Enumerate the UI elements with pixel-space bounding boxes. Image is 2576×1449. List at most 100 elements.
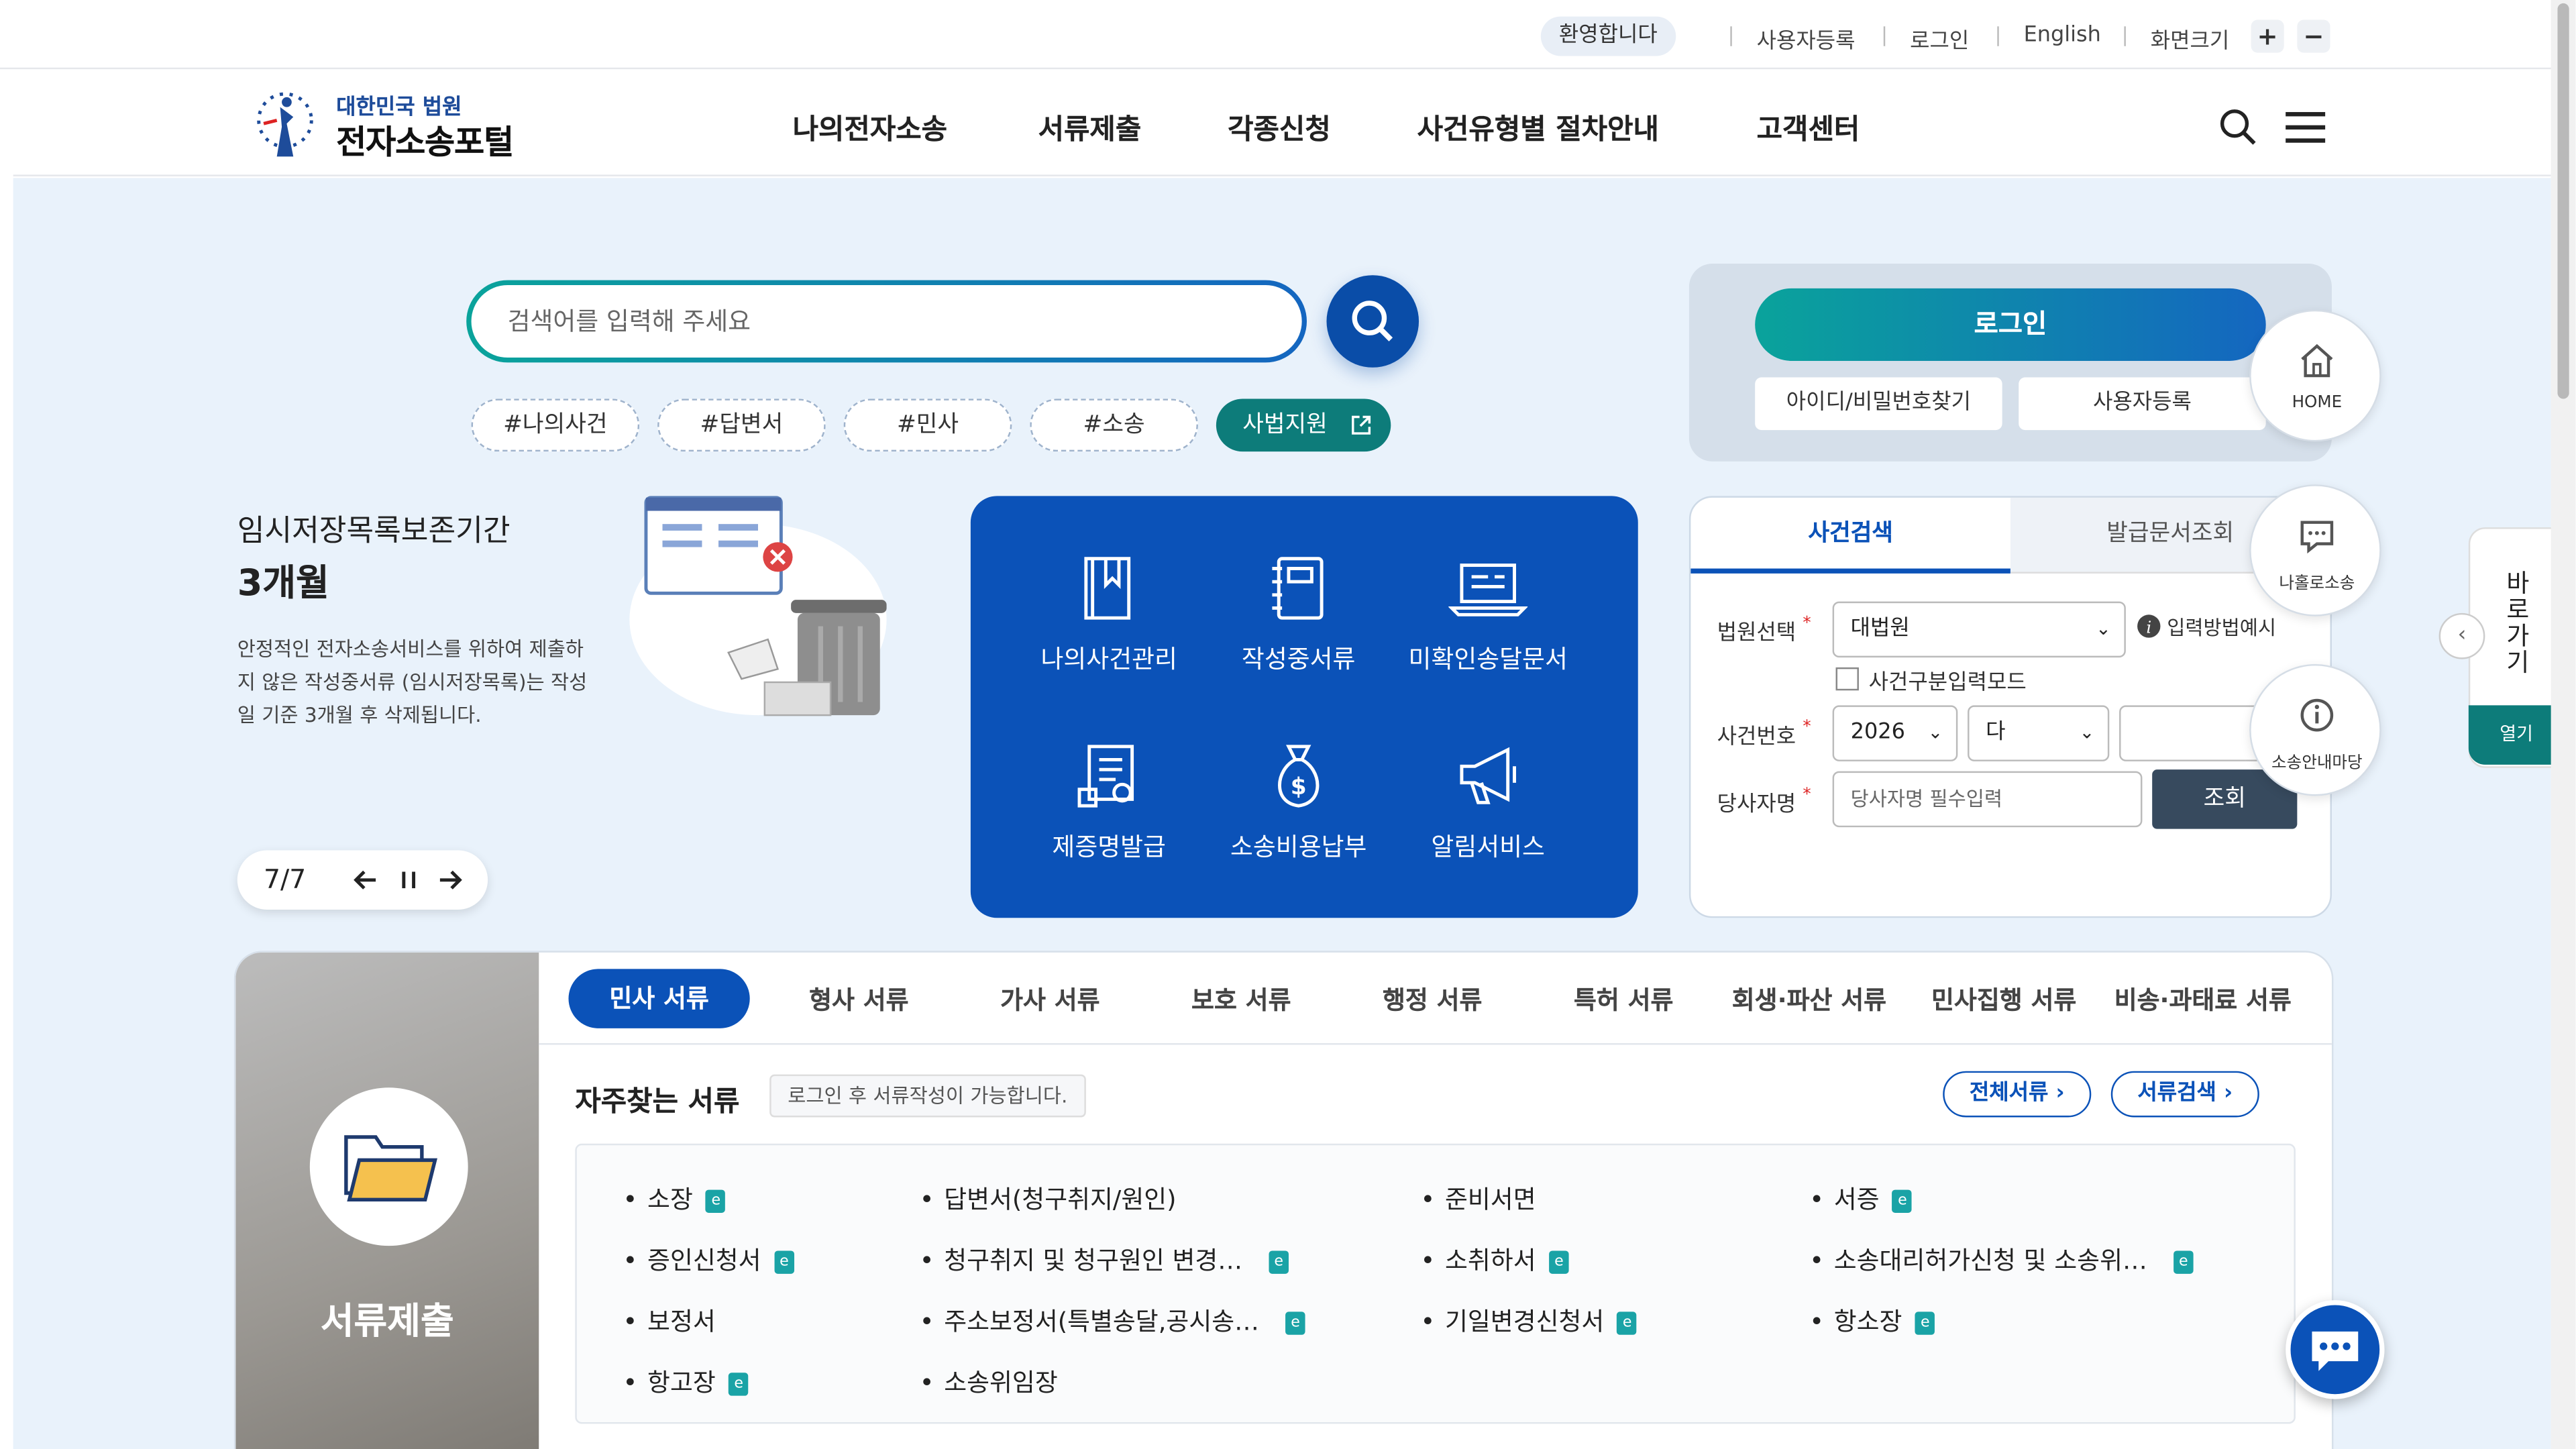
zoom-in-button[interactable]: + xyxy=(2251,19,2284,53)
case-number-label: 사건번호 * xyxy=(1717,718,1811,750)
year-select[interactable]: 2026 ⌄ xyxy=(1832,705,1958,761)
chatbot-button[interactable] xyxy=(2286,1300,2385,1399)
list-item[interactable]: • 주소보정서(특별송달,공시송… e xyxy=(920,1303,1305,1338)
list-item[interactable]: • 서증 e xyxy=(1809,1181,1913,1216)
signup-link[interactable]: 사용자등록 xyxy=(1757,23,1856,54)
list-item[interactable]: • 항고장 e xyxy=(623,1364,749,1399)
tab-patent-docs[interactable]: 특허 서류 xyxy=(1574,982,1673,1017)
court-label: 법원선택 * xyxy=(1717,614,1811,646)
tab-admin-docs[interactable]: 행정 서류 xyxy=(1383,982,1482,1017)
tag-my-case[interactable]: #나의사건 xyxy=(471,398,640,452)
login-link[interactable]: 로그인 xyxy=(1910,23,1969,54)
home-button[interactable]: HOME xyxy=(2249,309,2381,442)
page: 환영합니다 사용자등록 로그인 English 화면크기 + − 대한민국 법원… xyxy=(0,0,2576,1449)
book-icon xyxy=(1084,557,1131,620)
list-item[interactable]: • 기일변경신청서 e xyxy=(1421,1303,1638,1338)
nav-customer-center[interactable]: 고객센터 xyxy=(1757,105,1860,146)
arrow-right-icon[interactable] xyxy=(437,867,463,893)
nav-my-ecase[interactable]: 나의전자소송 xyxy=(793,105,948,146)
search-box[interactable]: 검색어를 입력해 주세요 xyxy=(466,280,1307,363)
chat-bubble-icon xyxy=(2300,521,2334,554)
quick-fee-payment[interactable]: $ 소송비용납부 xyxy=(1199,740,1397,863)
scrollbar-thumb[interactable] xyxy=(2557,3,2569,399)
list-item[interactable]: • 청구취지 및 청구원인 변경… e xyxy=(920,1242,1289,1277)
tab-criminal-docs[interactable]: 형사 서류 xyxy=(809,982,908,1017)
tab-civil-docs[interactable]: 민사 서류 xyxy=(568,969,750,1028)
tab-case-search[interactable]: 사건검색 xyxy=(1690,498,2010,574)
quick-notifications[interactable]: 알림서비스 xyxy=(1389,740,1587,863)
tab-protection-docs[interactable]: 보호 서류 xyxy=(1191,982,1291,1017)
case-type-select[interactable]: 다 ⌄ xyxy=(1968,705,2110,761)
pause-icon[interactable] xyxy=(397,867,420,893)
tag-answer[interactable]: #답변서 xyxy=(657,398,826,452)
welcome-badge: 환영합니다 xyxy=(1540,16,1676,56)
document-photo: 서류제출 xyxy=(235,952,539,1449)
solo-lawsuit-button[interactable]: 나홀로소송 xyxy=(2249,484,2381,616)
login-required-note: 로그인 후 서류작성이 가능합니다. xyxy=(769,1074,1086,1118)
edoc-icon: e xyxy=(1915,1311,1935,1335)
input-help-link[interactable]: 입력방법예시 xyxy=(2167,613,2276,641)
quick-link-open-button[interactable]: 열기 xyxy=(2468,705,2565,765)
login-button[interactable]: 로그인 xyxy=(1755,288,2266,361)
frequent-docs-list: • 소장 e • 답변서(청구취지/원인) • 준비서면 • 서증 e • 증인신청서 e • 청… xyxy=(575,1143,2296,1424)
quick-certificates[interactable]: 제증명발급 xyxy=(1010,740,1208,863)
search-input[interactable]: 검색어를 입력해 주세요 xyxy=(471,284,1302,358)
search-icon[interactable] xyxy=(2218,107,2257,147)
chevron-left-icon[interactable]: ‹ xyxy=(2438,612,2485,659)
find-id-button[interactable]: 아이디/비밀번호찾기 xyxy=(1755,377,2002,431)
tab-nonlitigation-docs[interactable]: 비송·과태료 서류 xyxy=(2114,982,2292,1017)
zoom-out-button[interactable]: − xyxy=(2297,19,2330,53)
chevron-down-icon: ⌄ xyxy=(2096,618,2111,640)
list-item[interactable]: • 준비서면 xyxy=(1421,1181,1536,1216)
tab-execution-docs[interactable]: 민사집행 서류 xyxy=(1931,982,2076,1017)
all-docs-button[interactable]: 전체서류 › xyxy=(1943,1071,2092,1118)
search-button[interactable] xyxy=(1326,275,1419,368)
nav-applications[interactable]: 각종신청 xyxy=(1228,105,1331,146)
quick-menu: 나의사건관리 작성중서류 미확인송달문서 제증명발급 $ 소송비용납부 알림서비… xyxy=(970,496,1638,918)
font-size-label: 화면크기 xyxy=(2150,30,2230,55)
logo[interactable]: 대한민국 법원 전자소송포털 xyxy=(244,84,557,166)
trash-illustration-icon xyxy=(629,496,887,716)
lawsuit-guide-button[interactable]: 소송안내마당 xyxy=(2249,663,2381,796)
scrollbar[interactable] xyxy=(2551,0,2576,1449)
quick-draft-docs[interactable]: 작성중서류 xyxy=(1199,552,1397,676)
list-item[interactable]: • 소송위임장 xyxy=(920,1364,1058,1399)
edoc-icon: e xyxy=(1617,1311,1638,1335)
tab-family-docs[interactable]: 가사 서류 xyxy=(1000,982,1099,1017)
judicial-support-button[interactable]: 사법지원 xyxy=(1216,398,1391,452)
tab-bankruptcy-docs[interactable]: 회생·파산 서류 xyxy=(1732,982,1886,1017)
mode-checkbox[interactable] xyxy=(1835,667,1859,691)
list-item[interactable]: • 소장 e xyxy=(623,1181,727,1216)
megaphone-icon xyxy=(1460,747,1516,804)
utility-bar: 환영합니다 사용자등록 로그인 English 화면크기 + − xyxy=(0,0,2576,70)
folder-circle xyxy=(309,1087,468,1246)
court-select[interactable]: 대법원 ⌄ xyxy=(1832,601,2126,658)
tag-civil[interactable]: #민사 xyxy=(843,398,1012,452)
quick-unconfirmed-docs[interactable]: 미확인송달문서 xyxy=(1389,552,1587,676)
nav-document-submit[interactable]: 서류제출 xyxy=(1038,105,1142,146)
list-item[interactable]: • 소송대리허가신청 및 소송위… e xyxy=(1809,1242,2194,1277)
logo-title: 전자소송포털 xyxy=(336,121,514,162)
arrow-left-icon[interactable] xyxy=(353,867,379,893)
slide-controls: 7/7 xyxy=(237,850,488,910)
quick-link-label: 바로가기 xyxy=(2506,568,2530,678)
document-section: 서류제출 민사 서류 형사 서류 가사 서류 보호 서류 행정 서류 특허 서류… xyxy=(235,952,2332,1449)
edoc-icon: e xyxy=(706,1189,727,1213)
list-item[interactable]: • 보정서 xyxy=(623,1303,716,1338)
laptop-icon xyxy=(1448,564,1529,616)
list-item[interactable]: • 증인신청서 e xyxy=(623,1242,794,1277)
party-name-input[interactable]: 당사자명 필수입력 xyxy=(1832,771,2143,828)
tag-lawsuit[interactable]: #소송 xyxy=(1030,398,1198,452)
quick-my-case[interactable]: 나의사건관리 xyxy=(1010,552,1208,676)
edoc-icon: e xyxy=(1549,1250,1569,1274)
list-item[interactable]: • 답변서(청구취지/원인) xyxy=(920,1181,1177,1216)
document-photo-label: 서류제출 xyxy=(320,1301,454,1344)
edoc-icon: e xyxy=(1269,1250,1289,1274)
list-item[interactable]: • 항소장 e xyxy=(1809,1303,1935,1338)
register-button[interactable]: 사용자등록 xyxy=(2019,377,2266,431)
doc-search-button[interactable]: 서류검색 › xyxy=(2110,1071,2259,1118)
english-link[interactable]: English xyxy=(2024,23,2101,48)
menu-icon[interactable] xyxy=(2284,107,2327,147)
list-item[interactable]: • 소취하서 e xyxy=(1421,1242,1569,1277)
nav-procedure-guide[interactable]: 사건유형별 절차안내 xyxy=(1417,105,1659,146)
